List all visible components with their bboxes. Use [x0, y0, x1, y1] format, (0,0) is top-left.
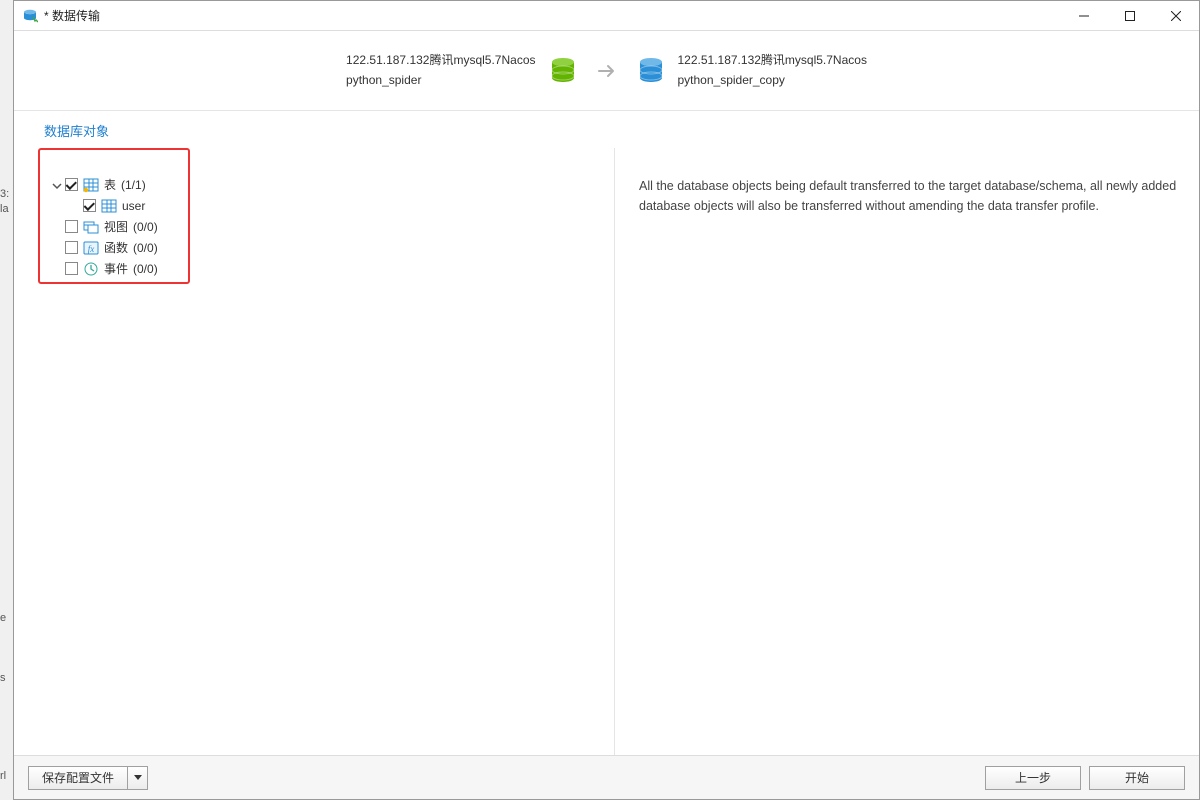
save-profile-dropdown[interactable] [127, 767, 147, 789]
start-button[interactable]: 开始 [1089, 766, 1185, 790]
tree-node-count: (0/0) [133, 262, 158, 276]
background-fragment: la [0, 203, 13, 215]
tree-node-label: 事件 [104, 260, 128, 277]
app-icon [22, 8, 38, 24]
footer: 保存配置文件 上一步 开始 [14, 755, 1199, 799]
tree-node-views[interactable]: 视图 (0/0) [52, 216, 614, 237]
tree-node-table-user[interactable]: user [52, 195, 614, 216]
data-transfer-window: * 数据传输 122.51.187.132腾讯mysql5.7Nacos pyt… [13, 0, 1200, 800]
tree-node-label: 视图 [104, 218, 128, 235]
background-fragment: 3: [0, 188, 13, 200]
source-database-label: python_spider [346, 71, 535, 90]
tree-node-count: (0/0) [133, 241, 158, 255]
source-server-label: 122.51.187.132腾讯mysql5.7Nacos [346, 51, 535, 70]
info-text: All the database objects being default t… [639, 176, 1179, 216]
prev-button-label: 上一步 [1015, 769, 1051, 786]
checkbox[interactable] [65, 262, 78, 275]
table-icon [83, 177, 99, 193]
main-area: 表 (1/1) user 视图 (0/0) [14, 148, 1199, 755]
source-connection: 122.51.187.132腾讯mysql5.7Nacos python_spi… [346, 51, 577, 89]
save-profile-button[interactable]: 保存配置文件 [28, 766, 148, 790]
close-button[interactable] [1153, 1, 1199, 31]
tree-node-count: (1/1) [121, 178, 146, 192]
tree-node-label: 函数 [104, 239, 128, 256]
caret-down-icon [134, 775, 142, 780]
tree-node-functions[interactable]: fx 函数 (0/0) [52, 237, 614, 258]
info-pane: All the database objects being default t… [615, 148, 1199, 755]
table-icon [101, 198, 117, 214]
prev-button[interactable]: 上一步 [985, 766, 1081, 790]
tree-node-count: (0/0) [133, 220, 158, 234]
database-icon [636, 56, 666, 86]
tree-node-events[interactable]: 事件 (0/0) [52, 258, 614, 279]
save-profile-label: 保存配置文件 [29, 769, 127, 786]
database-icon [548, 56, 578, 86]
window-title: * 数据传输 [44, 7, 100, 24]
start-button-label: 开始 [1125, 769, 1149, 786]
target-database-label: python_spider_copy [678, 71, 867, 90]
background-fragment: e [0, 612, 13, 624]
section-title: 数据库对象 [14, 111, 1199, 148]
view-icon [83, 219, 99, 235]
background-fragment: rl [0, 770, 13, 782]
background-fragment: s [0, 672, 13, 684]
tree-node-tables[interactable]: 表 (1/1) [52, 174, 614, 195]
checkbox[interactable] [65, 241, 78, 254]
object-tree-pane: 表 (1/1) user 视图 (0/0) [14, 148, 614, 755]
target-connection: 122.51.187.132腾讯mysql5.7Nacos python_spi… [636, 51, 867, 89]
maximize-button[interactable] [1107, 1, 1153, 31]
object-tree: 表 (1/1) user 视图 (0/0) [14, 148, 614, 279]
target-server-label: 122.51.187.132腾讯mysql5.7Nacos [678, 51, 867, 70]
svg-text:fx: fx [88, 244, 95, 254]
event-icon [83, 261, 99, 277]
connection-summary: 122.51.187.132腾讯mysql5.7Nacos python_spi… [14, 31, 1199, 111]
tree-node-label: user [122, 199, 145, 213]
checkbox[interactable] [65, 178, 78, 191]
arrow-right-icon [596, 60, 618, 82]
chevron-down-icon[interactable] [52, 180, 62, 190]
function-icon: fx [83, 240, 99, 256]
titlebar: * 数据传输 [14, 1, 1199, 31]
checkbox[interactable] [83, 199, 96, 212]
minimize-button[interactable] [1061, 1, 1107, 31]
checkbox[interactable] [65, 220, 78, 233]
tree-node-label: 表 [104, 176, 116, 193]
